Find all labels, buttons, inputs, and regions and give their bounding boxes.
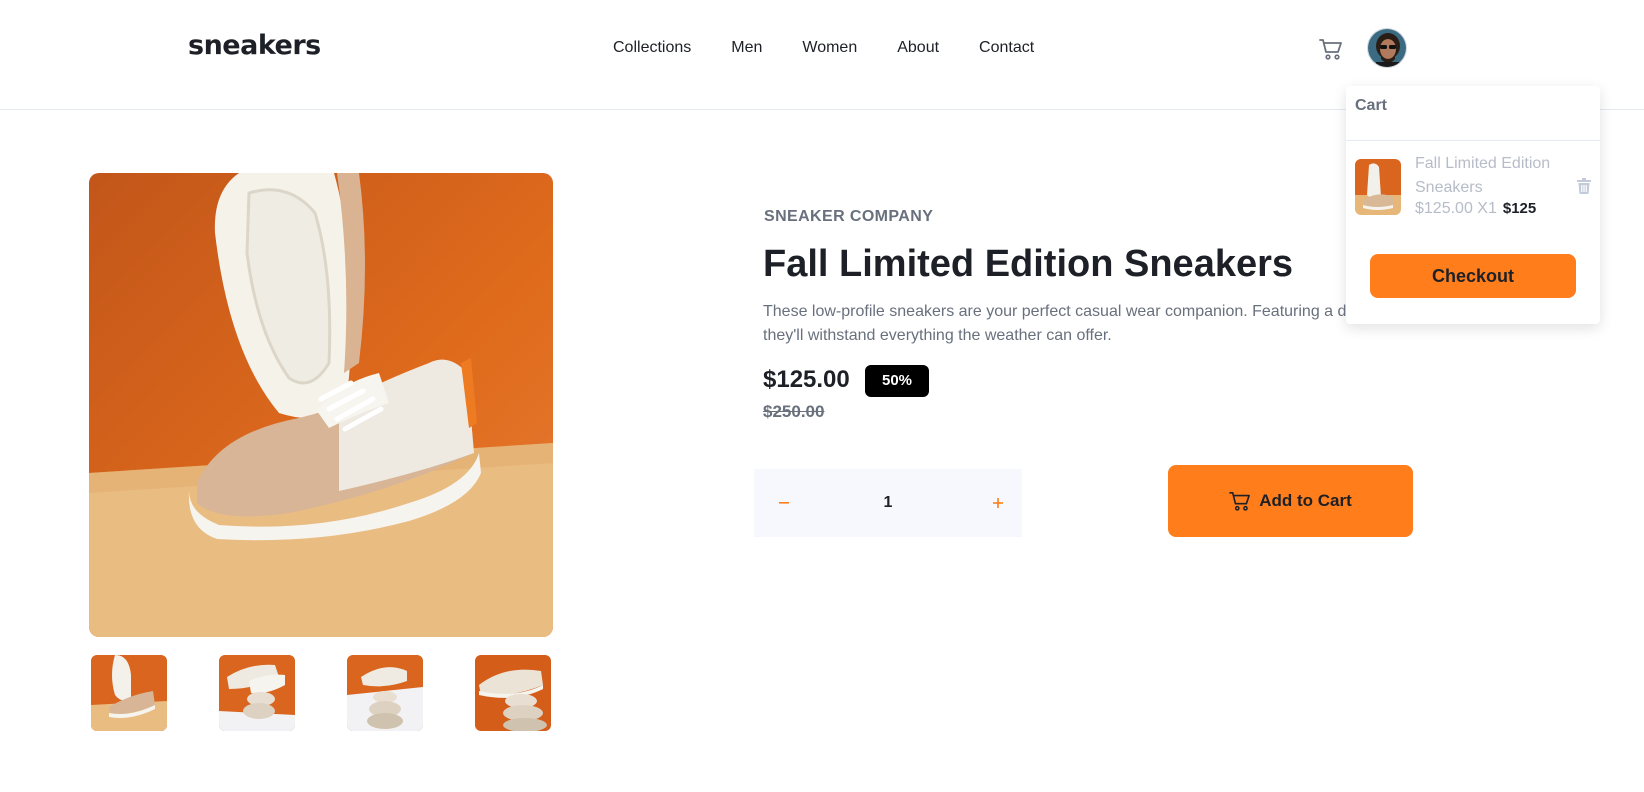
cart-item-price: $125.00 X1 $125 bbox=[1415, 200, 1536, 218]
thumbnail-3[interactable] bbox=[347, 655, 423, 731]
logo[interactable]: sneakers bbox=[188, 30, 321, 61]
main-nav: Collections Men Women About Contact bbox=[613, 39, 1034, 57]
add-to-cart-button[interactable]: Add to Cart bbox=[1168, 465, 1413, 537]
checkout-button[interactable]: Checkout bbox=[1370, 254, 1576, 298]
cart-icon bbox=[1229, 492, 1251, 511]
main-product-image[interactable] bbox=[89, 173, 553, 637]
thumbnail-2[interactable] bbox=[219, 655, 295, 731]
current-price: $125.00 bbox=[763, 366, 850, 393]
thumbnail-4[interactable] bbox=[475, 655, 551, 731]
cart-title: Cart bbox=[1355, 97, 1388, 114]
cart-dropdown: Cart Fall Limited Edition Sneakers $125.… bbox=[1346, 86, 1600, 324]
cart-item-name: Fall Limited Edition Sneakers bbox=[1415, 155, 1551, 196]
product-description: These low-profile sneakers are your perf… bbox=[763, 300, 1363, 348]
nav-collections[interactable]: Collections bbox=[613, 39, 691, 57]
nav-women[interactable]: Women bbox=[802, 39, 857, 57]
cart-divider bbox=[1346, 140, 1600, 141]
add-to-cart-label: Add to Cart bbox=[1259, 491, 1352, 510]
cart-item-price-qty: $125.00 X1 bbox=[1415, 200, 1497, 217]
quantity-stepper: 1 bbox=[754, 469, 1022, 537]
cart-item-thumbnail bbox=[1355, 159, 1401, 215]
plus-icon[interactable] bbox=[986, 491, 1010, 515]
trash-icon[interactable] bbox=[1577, 178, 1591, 194]
nav-about[interactable]: About bbox=[897, 39, 939, 57]
product-title: Fall Limited Edition Sneakers bbox=[763, 243, 1294, 285]
company-name: SNEAKER COMPANY bbox=[764, 208, 934, 225]
original-price: $250.00 bbox=[763, 402, 825, 421]
nav-contact[interactable]: Contact bbox=[979, 39, 1034, 57]
discount-badge: 50% bbox=[865, 365, 929, 397]
product-description-line-1: These low-profile sneakers are your perf… bbox=[763, 303, 1347, 320]
avatar[interactable] bbox=[1367, 28, 1407, 68]
thumbnail-1[interactable] bbox=[91, 655, 167, 731]
nav-men[interactable]: Men bbox=[731, 39, 762, 57]
minus-icon[interactable] bbox=[772, 491, 796, 515]
cart-item-total: $125 bbox=[1502, 200, 1537, 217]
thumbnail-strip bbox=[91, 655, 552, 731]
product-description-line-2: they'll withstand everything the weather… bbox=[763, 327, 1112, 344]
cart-icon[interactable] bbox=[1319, 38, 1343, 60]
quantity-value[interactable]: 1 bbox=[868, 494, 908, 512]
